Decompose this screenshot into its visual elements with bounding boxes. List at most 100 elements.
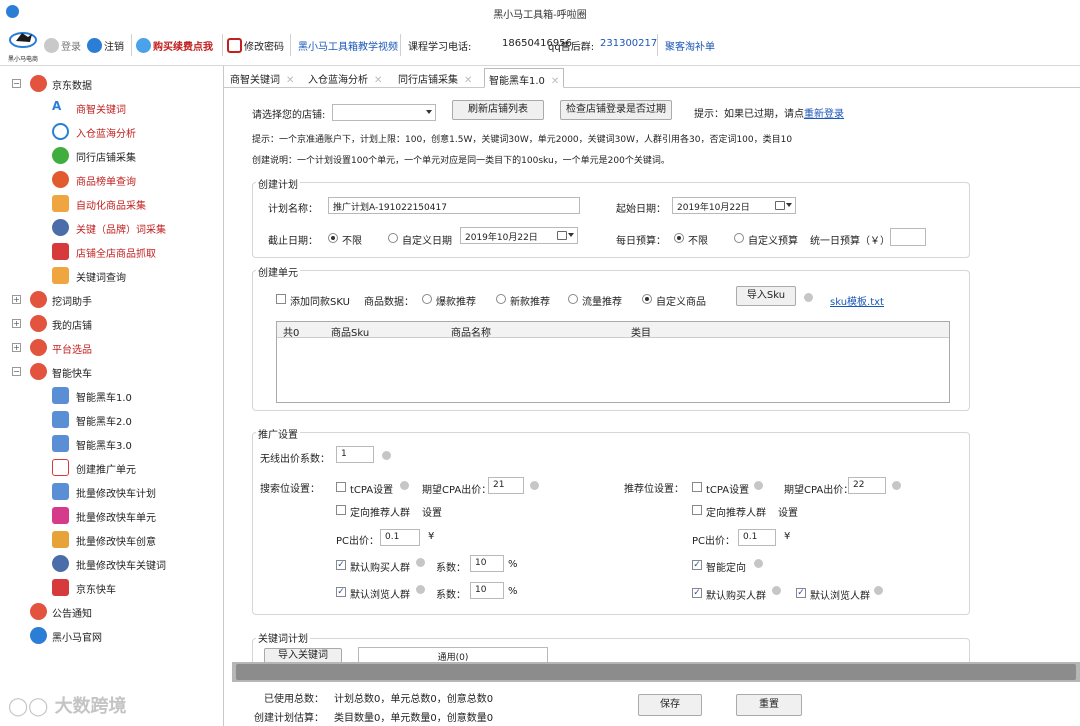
close-icon[interactable]: ✕ [374,75,382,86]
tree-group-jd[interactable]: − 京东数据 [0,74,224,94]
expand-icon[interactable]: + [12,319,21,328]
budget-custom-radio[interactable] [734,233,744,243]
help-icon[interactable] [874,586,883,595]
help-icon[interactable] [754,559,763,568]
help-icon[interactable] [530,481,539,490]
collapse-icon[interactable]: − [12,79,21,88]
search-target-setting-link[interactable]: 设置 [422,504,442,519]
store-select[interactable] [332,104,436,121]
reset-button[interactable]: 重置 [736,694,802,716]
tree-group-wajue[interactable]: + 挖词助手 [0,290,224,310]
shop-icon [30,315,47,332]
relogin-link[interactable]: 重新登录 [804,109,844,120]
search-target-crowd-checkbox[interactable] [336,505,346,515]
help-icon[interactable] [772,586,781,595]
rec-default-buy-checkbox[interactable]: ✓ [692,588,702,598]
search-buy-coef-input[interactable]: 10 [470,555,504,572]
rec-default-browse-checkbox[interactable]: ✓ [796,588,806,598]
tree-item-auto-collect[interactable]: 自动化商品采集 [0,194,224,214]
start-date-picker[interactable]: 2019年10月22日 [672,197,796,214]
refresh-store-button[interactable]: 刷新店铺列表 [452,100,544,120]
check-login-button[interactable]: 检查店铺登录是否过期 [560,100,672,120]
rec-cpa-input[interactable]: 22 [848,477,886,494]
tree-item-brand-keyword[interactable]: 关键（品牌）词采集 [0,218,224,238]
help-icon[interactable] [754,481,763,490]
help-icon[interactable] [400,481,409,490]
calendar-icon[interactable] [557,231,567,240]
traffic-product-radio[interactable] [568,294,578,304]
rec-target-crowd-checkbox[interactable] [692,505,702,515]
custom-product-radio[interactable] [642,294,652,304]
save-button[interactable]: 保存 [638,694,702,716]
search-browse-coef-input[interactable]: 10 [470,582,504,599]
help-icon[interactable] [416,585,425,594]
tree-item-batch-creative[interactable]: 批量修改快车创意 [0,530,224,550]
search-default-browse-checkbox[interactable]: ✓ [336,587,346,597]
rec-pc-input[interactable]: 0.1 [738,529,776,546]
expand-icon[interactable]: + [12,295,21,304]
search-pc-input[interactable]: 0.1 [380,529,420,546]
promo-link[interactable]: 聚客淘补单 [665,38,715,53]
tree-group-kuaiche[interactable]: − 智能快车 [0,362,224,382]
tree-item-batch-plan[interactable]: 批量修改快车计划 [0,482,224,502]
tree-item-batch-keyword[interactable]: 批量修改快车关键词 [0,554,224,574]
same-sku-checkbox[interactable] [276,294,286,304]
expand-icon[interactable]: + [12,343,21,352]
buy-renew-button[interactable]: 购买续费点我 [136,38,213,53]
tree-item-create-unit[interactable]: 创建推广单元 [0,458,224,478]
help-icon[interactable] [416,558,425,567]
tree-item-store-crawl[interactable]: 店铺全店商品抓取 [0,242,224,262]
tree-item-ranking[interactable]: 商品榜单查询 [0,170,224,190]
change-password-button[interactable]: 修改密码 [227,38,284,53]
end-custom-radio[interactable] [388,233,398,243]
tab-peer-store[interactable]: 同行店铺采集 ✕ [398,68,472,88]
help-icon[interactable] [804,293,813,302]
unified-budget-input[interactable] [890,228,926,246]
import-sku-button[interactable]: 导入Sku [736,286,796,306]
tree-item-shangzhi[interactable]: A 商智关键词 [0,98,224,118]
sku-grid[interactable]: 共0 商品Sku 商品名称 类目 [276,321,950,403]
tab-lanhai[interactable]: 入仓蓝海分析 ✕ [308,68,382,88]
collapse-icon[interactable]: − [12,367,21,376]
logout-button[interactable]: 注销 [87,38,124,53]
help-icon[interactable] [382,451,391,460]
calendar-icon[interactable] [775,201,785,210]
search-tcpa-checkbox[interactable] [336,482,346,492]
search-default-buy-checkbox[interactable]: ✓ [336,560,346,570]
tree-item-heiche-3[interactable]: 智能黑车3.0 [0,434,224,454]
keyword-common-tab[interactable]: 通用(0) [358,647,548,663]
wireless-coef-input[interactable]: 1 [336,446,374,463]
end-unlimited-radio[interactable] [328,233,338,243]
plan-name-input[interactable]: 推广计划A-191022150417 [328,197,580,214]
search-cpa-input[interactable]: 21 [488,477,524,494]
tree-group-platform[interactable]: + 平台选品 [0,338,224,358]
tree-item-lanhai[interactable]: 入仓蓝海分析 [0,122,224,142]
tree-item-heiche-1[interactable]: 智能黑车1.0 [0,386,224,406]
tab-shangzhi[interactable]: 商智关键词 ✕ [230,68,294,88]
tree-item-batch-unit[interactable]: 批量修改快车单元 [0,506,224,526]
end-date-picker[interactable]: 2019年10月22日 [460,227,578,244]
hot-product-radio[interactable] [422,294,432,304]
tree-item-keyword-query[interactable]: 关键词查询 [0,266,224,286]
tree-item-jd-kuaiche[interactable]: 京东快车 [0,578,224,598]
tree-item-peer-store[interactable]: 同行店铺采集 [0,146,224,166]
tab-heiche-1[interactable]: 智能黑车1.0 ✕ [484,68,565,88]
tree-group-official[interactable]: 黑小马官网 [0,626,224,646]
tree-group-notice[interactable]: 公告通知 [0,602,224,622]
tree-item-heiche-2[interactable]: 智能黑车2.0 [0,410,224,430]
smart-target-checkbox[interactable]: ✓ [692,560,702,570]
close-icon[interactable]: ✕ [464,75,472,86]
help-icon[interactable] [892,481,901,490]
rec-target-setting-link[interactable]: 设置 [778,504,798,519]
close-icon[interactable]: ✕ [551,76,559,87]
rec-tcpa-checkbox[interactable] [692,482,702,492]
sku-template-link[interactable]: sku模板.txt [830,293,884,308]
budget-unlimited-radio[interactable] [674,233,684,243]
qq-number[interactable]: 231300217 [600,38,657,49]
tutorial-video-link[interactable]: 黑小马工具箱教学视频 [298,38,398,53]
close-icon[interactable]: ✕ [286,75,294,86]
tree-group-mystore[interactable]: + 我的店铺 [0,314,224,334]
scrollbar-thumb[interactable] [236,664,1076,680]
new-product-radio[interactable] [496,294,506,304]
login-button[interactable]: 登录 [44,38,81,53]
